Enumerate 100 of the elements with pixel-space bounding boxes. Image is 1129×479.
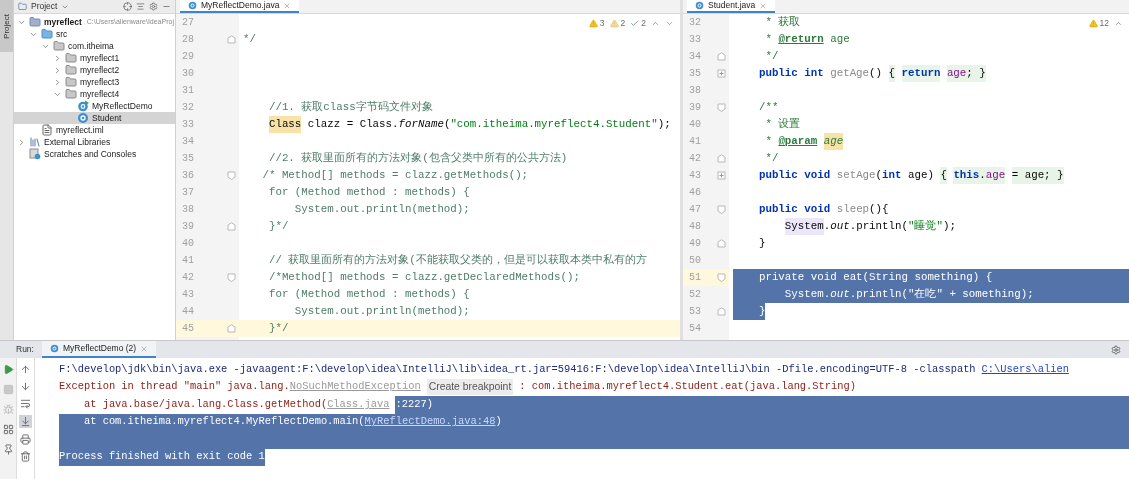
code-line: //2. 获取里面所有的方法对象(包含父类中所有的公共方法) (267, 151, 568, 167)
class-icon (188, 1, 197, 10)
run-tab[interactable]: MyReflectDemo (2) (41, 341, 157, 358)
fold-marker-icon[interactable] (717, 103, 726, 112)
line-number: 38 (689, 84, 701, 98)
line-number: 28 (182, 33, 194, 47)
fold-marker-icon[interactable] (717, 273, 726, 282)
line-number: 33 (182, 118, 194, 132)
line-number: 50 (689, 254, 701, 268)
class-icon (49, 344, 59, 353)
project-tool-tab[interactable]: Project (0, 0, 13, 52)
code-line: System.out.println("睡觉"); (783, 218, 956, 235)
code-line: System.out.println(method); (293, 202, 470, 218)
line-number: 34 (182, 135, 194, 149)
fold-marker-icon[interactable] (717, 52, 726, 61)
editor-tab[interactable]: MyReflectDemo.java (180, 0, 300, 13)
code-line: public void setAge(int age) { this.age = age; } (757, 167, 1064, 184)
fold-marker-icon[interactable] (717, 239, 726, 248)
code-line: * 获取 (764, 15, 801, 31)
tree-item[interactable]: myreflect4 (14, 88, 175, 100)
line-number: 31 (182, 84, 194, 98)
tree-item[interactable]: myreflect1 (14, 52, 175, 64)
run-icon[interactable] (2, 364, 14, 375)
inspection-count[interactable]: 12 (1099, 17, 1109, 30)
down-arrow-icon[interactable] (20, 381, 31, 392)
line-number: 35 (182, 152, 194, 166)
line-number: 52 (689, 288, 701, 302)
line-number: 35 (689, 67, 701, 81)
close-icon[interactable] (283, 1, 292, 10)
code-line: public int getAge() { return age; } (757, 65, 986, 82)
code-line: public void sleep(){ (757, 202, 889, 218)
fold-marker-icon[interactable] (227, 222, 236, 231)
line-number: 38 (182, 203, 194, 217)
close-icon[interactable] (140, 344, 149, 353)
tree-item[interactable]: com.itheima (14, 40, 175, 52)
locate-icon[interactable] (123, 2, 132, 11)
tree-item[interactable]: Scratches and Consoles (14, 148, 175, 160)
code-line: */ (764, 151, 779, 167)
up-arrow-icon[interactable] (20, 364, 31, 375)
inspection-count[interactable]: 2 (641, 17, 646, 30)
code-line: // 获取里面所有的方法对象(不能获取父类的，但是可以获取本类中私有的方 (267, 253, 647, 269)
console-line: at java.base/java.lang.Class.getMethod(Class.java :2227) (59, 396, 1129, 414)
package-folder-icon (53, 40, 65, 52)
run-label: Run: (16, 343, 34, 356)
inspection-count[interactable]: 2 (620, 17, 626, 30)
line-number: 40 (182, 237, 194, 251)
console-line: Exception in thread "main" java.lang.NoSuchMethodException Create breakpoint : com.itheima.myreflect4.Student.eat(java.lang.String) (59, 378, 1129, 396)
scroll-to-end-button[interactable] (19, 415, 32, 428)
layout-icon[interactable] (2, 424, 14, 435)
console-line: at com.itheima.myreflect4.MyReflectDemo.main(MyReflectDemo.java:48) (59, 413, 1129, 431)
tree-item[interactable]: myreflect.iml (14, 124, 175, 136)
tree-item[interactable]: External Libraries (14, 136, 175, 148)
settings-icon[interactable] (149, 2, 158, 11)
warning-icon[interactable] (609, 18, 619, 28)
tree-item[interactable]: src (14, 28, 175, 40)
editor-tab[interactable]: Student.java (687, 0, 776, 13)
check-icon[interactable] (630, 18, 640, 28)
line-number: 48 (689, 220, 701, 234)
fold-marker-icon[interactable] (227, 171, 236, 180)
fold-marker-icon[interactable] (717, 171, 726, 180)
line-number: 34 (689, 50, 701, 64)
libraries-icon (29, 136, 41, 148)
stop-icon[interactable] (2, 384, 14, 395)
fold-marker-icon[interactable] (717, 307, 726, 316)
fold-marker-icon[interactable] (227, 324, 236, 333)
warning-icon[interactable] (588, 18, 598, 28)
print-icon[interactable] (20, 434, 31, 445)
inspection-count[interactable]: 3 (599, 17, 605, 30)
class-icon (695, 1, 704, 10)
fold-marker-icon[interactable] (227, 35, 236, 44)
tree-item[interactable]: myreflect3 (14, 76, 175, 88)
code-line: for (Method method : methods) { (267, 185, 470, 201)
tree-item[interactable]: myreflect2 (14, 64, 175, 76)
tree-item[interactable]: Student (14, 112, 175, 124)
line-number: 39 (689, 101, 701, 115)
tree-item[interactable]: MyReflectDemo (14, 100, 175, 112)
close-icon[interactable] (759, 1, 768, 10)
line-number: 40 (689, 118, 701, 132)
collapse-all-icon[interactable] (136, 2, 145, 11)
fold-marker-icon[interactable] (227, 273, 236, 282)
code-line: * @return age (764, 32, 850, 48)
warning-icon[interactable] (1088, 18, 1098, 28)
line-number: 47 (689, 203, 701, 217)
pin-icon[interactable] (2, 444, 14, 455)
create-breakpoint-link[interactable]: Create breakpoint (426, 379, 514, 396)
line-number: 44 (182, 305, 194, 319)
code-line: * @param age (764, 133, 844, 150)
trash-icon[interactable] (20, 451, 31, 462)
fold-marker-icon[interactable] (717, 205, 726, 214)
soft-wrap-icon[interactable] (20, 398, 31, 409)
folder-icon (18, 2, 27, 11)
fold-marker-icon[interactable] (717, 69, 726, 78)
settings-icon[interactable] (1111, 344, 1121, 355)
fold-marker-icon[interactable] (717, 154, 726, 163)
panel-title[interactable]: Project (31, 0, 58, 13)
console-line: F:\develop\jdk\bin\java.exe -javaagent:F:\develop\idea\IntelliJ\lib\idea_rt.jar=59416:F:\develop\idea\IntelliJ\bin -Dfile.encoding=UTF-8 -classpath C:\Users\alien (59, 361, 1129, 379)
console-link[interactable]: C:\Users\alien (981, 361, 1069, 378)
line-number: 53 (689, 305, 701, 319)
debug-icon[interactable] (2, 404, 14, 415)
package-folder-icon (65, 88, 77, 100)
